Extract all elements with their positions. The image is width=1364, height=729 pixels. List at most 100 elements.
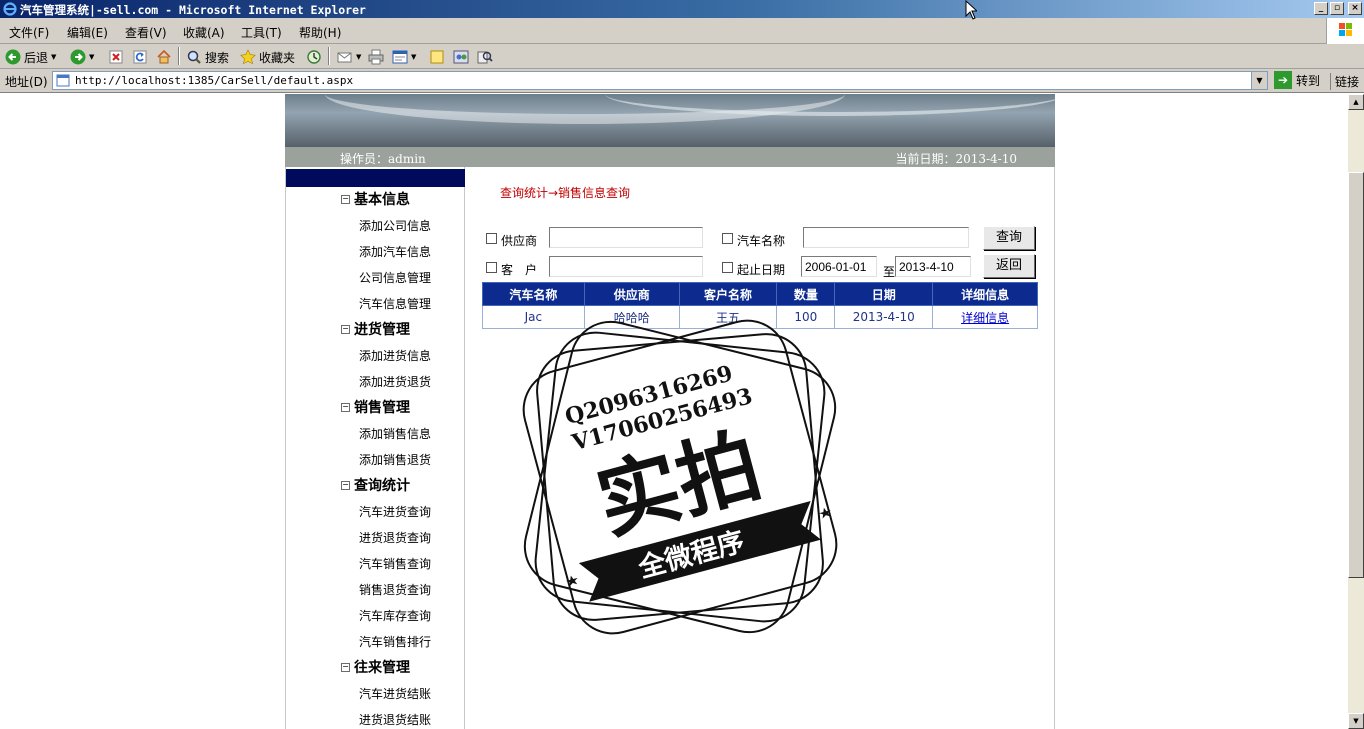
cell-detail: 详细信息	[932, 305, 1038, 329]
scrollbar-thumb[interactable]	[1348, 172, 1364, 578]
chevron-down-icon[interactable]: ▼	[411, 53, 416, 61]
sidebar-item-return-settle[interactable]: 进货退货结账	[359, 711, 431, 728]
research-button[interactable]	[477, 47, 493, 67]
sidebar-section-sales[interactable]: − 销售管理	[341, 397, 410, 417]
mouse-cursor-icon	[965, 0, 977, 20]
sidebar-item-car-manage[interactable]: 汽车信息管理	[359, 295, 431, 312]
restore-button[interactable]: ▫	[1330, 2, 1344, 15]
scroll-down-arrow-icon[interactable]: ▼	[1348, 713, 1364, 729]
cell-date: 2013-4-10	[834, 305, 934, 329]
site-container: 操作员：admin 当前日期：2013-4-10 − 基本信息 添加公司信息 添…	[285, 94, 1055, 729]
chevron-down-icon[interactable]: ▼	[89, 53, 94, 61]
customer-input[interactable]	[549, 256, 703, 277]
sidebar-item-sales-ranking[interactable]: 汽车销售排行	[359, 633, 431, 650]
toolbar-separator	[178, 47, 180, 65]
sidebar-item-add-purchase[interactable]: 添加进货信息	[359, 347, 431, 364]
section-title: 往来管理	[354, 660, 410, 676]
sidebar-item-add-car[interactable]: 添加汽车信息	[359, 243, 431, 260]
back-button[interactable]: 返回	[983, 254, 1035, 278]
collapse-icon[interactable]: −	[341, 402, 350, 412]
sidebar-item-add-purchase-return[interactable]: 添加进货退货	[359, 373, 431, 390]
back-button[interactable]: 后退 ▼	[5, 47, 56, 67]
to-label: 至	[883, 265, 896, 279]
results-table: 汽车名称 供应商 客户名称 数量 日期 详细信息 Jac 哈哈哈 王五 100	[482, 282, 1038, 329]
menu-help[interactable]: 帮助(H)	[299, 24, 341, 41]
sidebar-item-add-sale[interactable]: 添加销售信息	[359, 425, 431, 442]
windows-logo-icon	[1326, 18, 1364, 44]
start-date-input[interactable]	[801, 256, 877, 277]
collapse-icon[interactable]: −	[341, 324, 350, 334]
history-icon	[307, 50, 321, 64]
sidebar-section-basic-info[interactable]: − 基本信息	[341, 189, 410, 209]
query-button[interactable]: 查询	[983, 226, 1035, 250]
menu-edit[interactable]: 编辑(E)	[67, 24, 108, 41]
history-button[interactable]	[306, 47, 322, 67]
supplier-checkbox[interactable]	[486, 233, 497, 244]
stop-button[interactable]	[108, 47, 124, 67]
menu-tools[interactable]: 工具(T)	[241, 24, 282, 41]
operator-label: 操作员：admin	[340, 152, 426, 166]
search-button[interactable]: 搜索	[186, 47, 229, 67]
breadcrumb: 查询统计→销售信息查询	[500, 186, 631, 200]
window-title: 汽车管理系统|-sell.com - Microsoft Internet Ex…	[20, 3, 366, 17]
back-arrow-icon	[5, 49, 21, 65]
date-range-checkbox[interactable]	[722, 262, 733, 273]
chevron-down-icon[interactable]: ▼	[51, 53, 56, 61]
detail-link[interactable]: 详细信息	[961, 311, 1009, 325]
cell-car-name: Jac	[482, 305, 585, 329]
column-header: 详细信息	[932, 282, 1038, 306]
sidebar-item-stock-query[interactable]: 汽车库存查询	[359, 607, 431, 624]
edit-page-icon	[392, 50, 408, 64]
car-name-input[interactable]	[803, 227, 969, 248]
collapse-icon[interactable]: −	[341, 480, 350, 490]
forward-button[interactable]: ▼	[70, 47, 94, 67]
customer-checkbox[interactable]	[486, 262, 497, 273]
sidebar-item-add-sale-return[interactable]: 添加销售退货	[359, 451, 431, 468]
column-header: 客户名称	[678, 282, 778, 306]
sidebar-item-purchase-query[interactable]: 汽车进货查询	[359, 503, 431, 520]
menu-favorites[interactable]: 收藏(A)	[183, 24, 225, 41]
menu-file[interactable]: 文件(F)	[9, 24, 49, 41]
sidebar-item-purchase-return-query[interactable]: 进货退货查询	[359, 529, 431, 546]
car-name-checkbox[interactable]	[722, 233, 733, 244]
menu-view[interactable]: 查看(V)	[125, 24, 167, 41]
close-button[interactable]: ×	[1348, 2, 1362, 15]
go-button[interactable]: ➔ 转到	[1274, 71, 1320, 89]
address-label: 地址(D)	[5, 75, 48, 89]
discuss-button[interactable]	[429, 47, 445, 67]
sidebar-item-add-company[interactable]: 添加公司信息	[359, 217, 431, 234]
chevron-down-icon[interactable]: ▼	[356, 53, 361, 61]
customer-label: 客 户	[501, 263, 538, 277]
header-banner	[285, 94, 1055, 147]
collapse-icon[interactable]: −	[341, 662, 350, 672]
address-input[interactable]: http://localhost:1385/CarSell/default.as…	[52, 71, 1268, 90]
refresh-button[interactable]	[132, 47, 148, 67]
mail-button[interactable]: ▼	[337, 47, 361, 67]
sidebar-section-purchase[interactable]: − 进货管理	[341, 319, 410, 339]
edit-button[interactable]: ▼	[392, 47, 416, 67]
ie-logo-icon	[3, 2, 17, 16]
scroll-up-arrow-icon[interactable]: ▲	[1348, 94, 1364, 110]
end-date-input[interactable]	[895, 256, 971, 277]
car-name-label: 汽车名称	[737, 234, 786, 248]
sidebar-item-company-manage[interactable]: 公司信息管理	[359, 269, 431, 286]
cell-supplier: 哈哈哈	[583, 305, 680, 329]
column-header: 日期	[834, 282, 934, 306]
messenger-button[interactable]	[453, 47, 469, 67]
favorites-button[interactable]: 收藏夹	[240, 47, 295, 67]
sidebar-section-query[interactable]: − 查询统计	[341, 475, 410, 495]
links-button[interactable]: 链接	[1330, 73, 1359, 90]
collapse-icon[interactable]: −	[341, 194, 350, 204]
home-button[interactable]	[156, 47, 172, 67]
print-button[interactable]	[368, 47, 384, 67]
section-title: 进货管理	[354, 322, 410, 338]
window-titlebar: 汽车管理系统|-sell.com - Microsoft Internet Ex…	[0, 0, 1364, 18]
sidebar-item-sales-return-query[interactable]: 销售退货查询	[359, 581, 431, 598]
chevron-down-icon[interactable]: ▼	[1251, 72, 1267, 89]
supplier-input[interactable]	[549, 227, 703, 248]
vertical-scrollbar[interactable]: ▲ ▼	[1348, 94, 1364, 729]
sidebar-section-accounts[interactable]: − 往来管理	[341, 657, 410, 677]
sidebar-item-sales-query[interactable]: 汽车销售查询	[359, 555, 431, 572]
minimize-button[interactable]: _	[1314, 2, 1328, 15]
sidebar-item-purchase-settle[interactable]: 汽车进货结账	[359, 685, 431, 702]
